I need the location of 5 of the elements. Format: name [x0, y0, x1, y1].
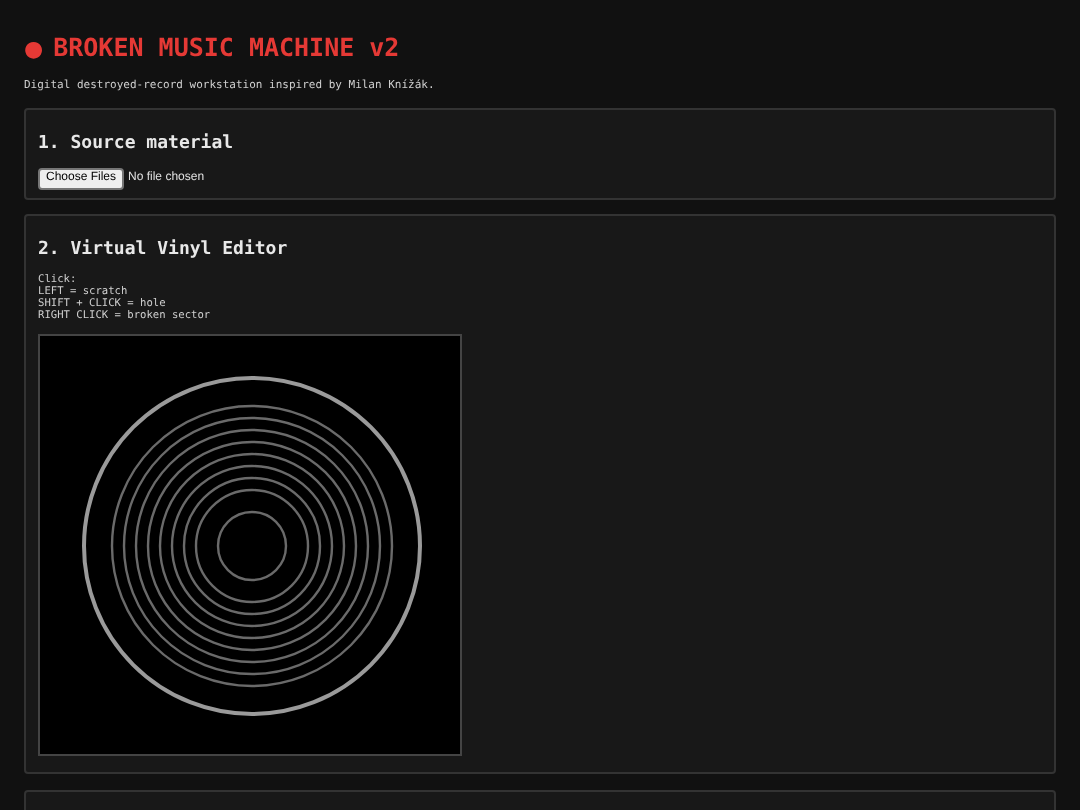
section-heading: 1. Source material [38, 135, 236, 153]
record-dot-icon: ● [24, 37, 44, 59]
page-title: BROKEN MUSIC MACHINE v2 [53, 35, 400, 61]
section-heading: 2. Virtual Vinyl Editor [38, 241, 290, 259]
vinyl-canvas[interactable] [38, 333, 462, 755]
